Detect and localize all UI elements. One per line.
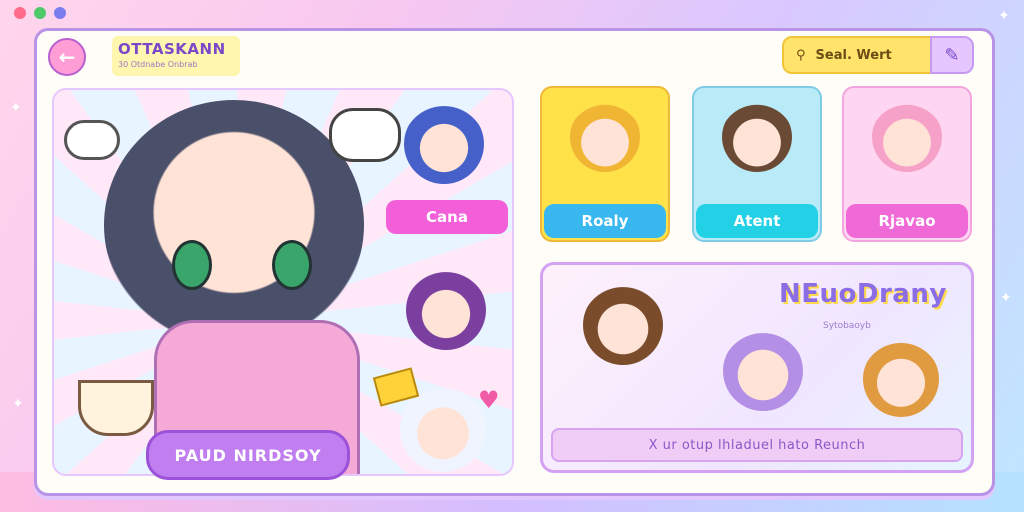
banner-caption: X ur otup lhladuel hato Reunch (551, 428, 963, 462)
card-label-button[interactable]: Roaly (544, 204, 666, 238)
eye-left-icon (172, 240, 212, 290)
main-character-illustration (104, 100, 364, 350)
sparkle-icon: ✦ (10, 100, 22, 116)
character-card-atent[interactable]: Atent (692, 86, 822, 242)
featured-banner[interactable]: NEuoDrany Sytobaoyb X ur otup lhladuel h… (540, 262, 974, 473)
arrow-left-icon: ← (58, 45, 76, 69)
card-label-button[interactable]: Rjavao (846, 204, 968, 238)
search-input[interactable] (813, 46, 908, 64)
heart-icon: ♥ (478, 386, 500, 414)
sparkle-icon: ✦ (1000, 290, 1012, 306)
search-icon: ⚲ (796, 47, 806, 63)
banner-title: NEuoDrany (779, 279, 947, 309)
banner-character-orange (863, 341, 939, 417)
eye-right-icon (272, 240, 312, 290)
close-dot[interactable] (14, 7, 26, 19)
banner-subtitle: Sytobaoyb (823, 321, 871, 331)
side-character-purple-illustration (406, 270, 486, 350)
character-portrait (872, 102, 942, 172)
character-card-rjavao[interactable]: Rjavao (842, 86, 972, 242)
sparkle-icon: ✦ (998, 8, 1010, 24)
wand-icon: ✎ (944, 44, 960, 66)
maximize-dot[interactable] (54, 7, 66, 19)
character-portrait (570, 102, 640, 172)
back-arrow-button[interactable]: ← (48, 38, 86, 76)
hero-action-button[interactable]: PAUD NIRDSOY (146, 430, 350, 480)
banner-character-purple (723, 331, 803, 411)
window-controls (14, 7, 66, 19)
character-card-roaly[interactable]: Roaly (540, 86, 670, 242)
hero-panel: ♥ (52, 88, 514, 476)
speech-bubble-icon (329, 108, 401, 162)
teacup-icon (78, 380, 154, 436)
app-logo: OTTASKANN 30 Otdnabe Onbrab (112, 36, 240, 76)
character-name-button[interactable]: Cana (386, 200, 508, 234)
logo-title: OTTASKANN (118, 40, 226, 58)
character-portrait (722, 102, 792, 172)
logo-subtitle: 30 Otdnabe Onbrab (118, 60, 198, 69)
search-box[interactable]: ⚲ (782, 36, 932, 74)
sparkle-icon: ✦ (12, 396, 24, 412)
cloud-icon (64, 120, 120, 160)
minimize-dot[interactable] (34, 7, 46, 19)
side-character-blue-illustration (404, 104, 484, 184)
magic-wand-button[interactable]: ✎ (930, 36, 974, 74)
banner-character-brown (583, 285, 663, 365)
card-label-button[interactable]: Atent (696, 204, 818, 238)
side-character-white-illustration (400, 386, 486, 472)
